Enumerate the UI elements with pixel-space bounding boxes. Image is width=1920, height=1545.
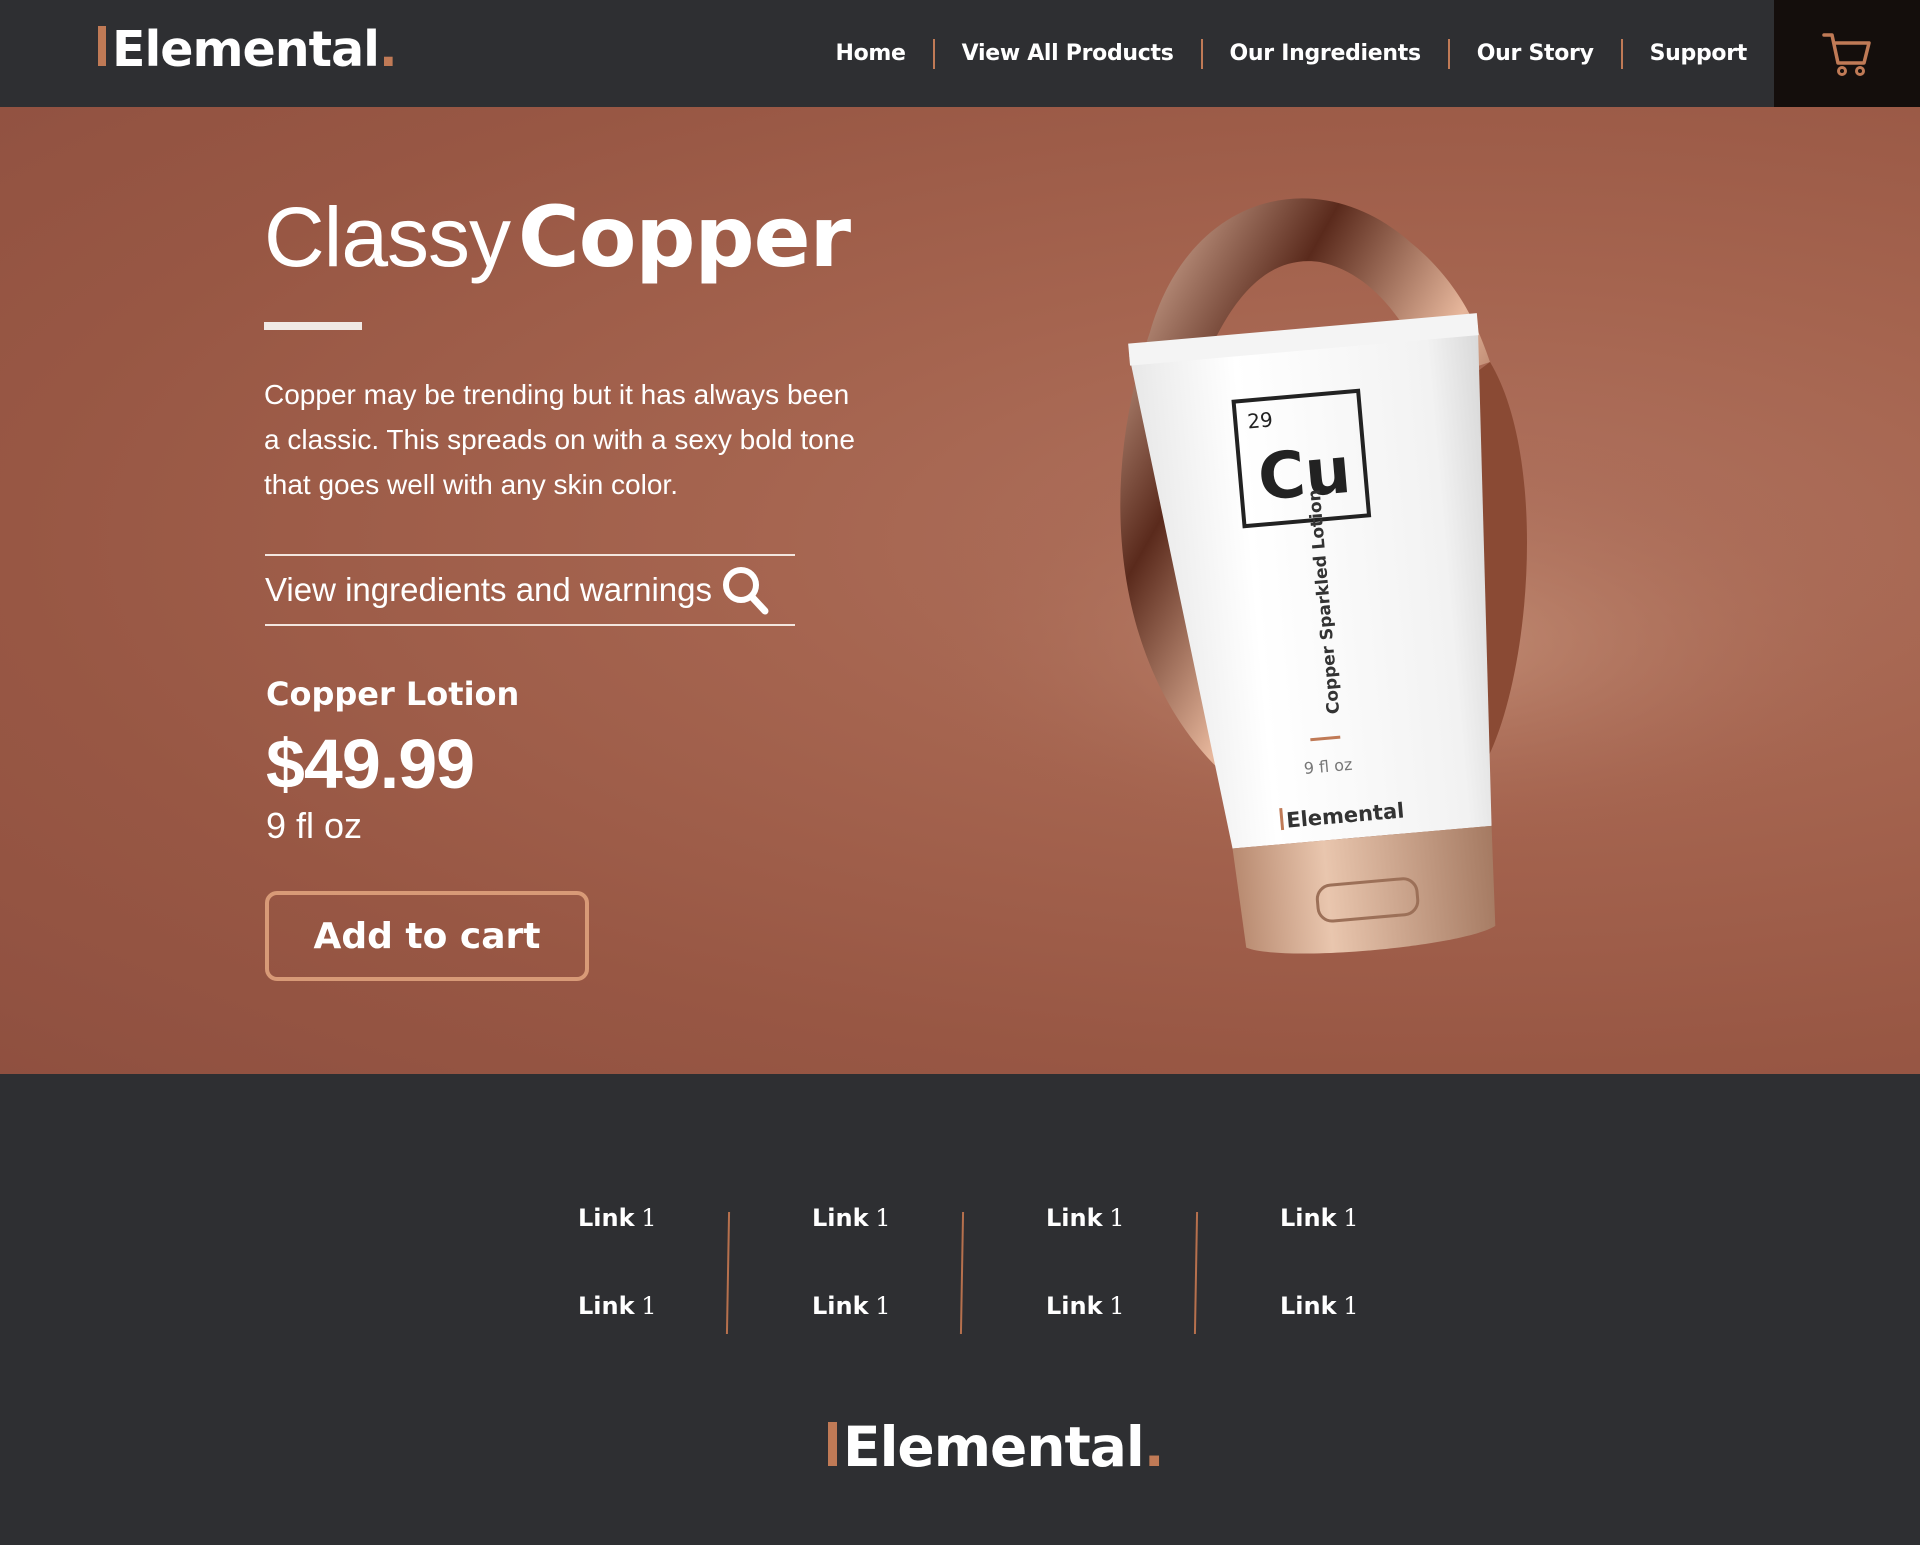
- product-name: Copper Lotion: [266, 675, 520, 713]
- footer-column-divider: [725, 1212, 731, 1334]
- logo-accent-bar: [828, 1422, 837, 1466]
- add-to-cart-button[interactable]: Add to cart: [265, 891, 589, 981]
- nav-home[interactable]: Home: [835, 41, 905, 66]
- footer-link[interactable]: Link 1: [812, 1204, 891, 1233]
- logo-dot: .: [378, 21, 398, 78]
- element-number: 29: [1246, 407, 1273, 433]
- cart-button[interactable]: [1774, 0, 1920, 107]
- nav-separator: [932, 38, 935, 69]
- product-image: 29 Cu Copper Sparkled Lotion 9 fl oz Ele…: [890, 198, 1920, 954]
- hero-title-light: Classy: [264, 190, 511, 284]
- element-symbol: Cu: [1255, 434, 1354, 516]
- view-ingredients-label: View ingredients and warnings: [265, 571, 712, 608]
- nav-our-story[interactable]: Our Story: [1477, 41, 1594, 66]
- site-footer: Link 1 Link 1 Link 1 Link 1 Link 1 Link …: [0, 1074, 1920, 1545]
- nav-view-all-products[interactable]: View All Products: [962, 41, 1174, 66]
- footer-link[interactable]: Link 1: [1046, 1204, 1125, 1233]
- product-description: Copper may be trending but it has always…: [264, 379, 855, 500]
- product-price: $49.99: [266, 725, 475, 803]
- logo-text: Elemental: [112, 21, 380, 78]
- hero-section: ClassyCopper Copper may be trending but …: [0, 107, 1920, 1074]
- site-header: Elemental. Home View All Products Our In…: [0, 0, 1920, 107]
- brand-logo[interactable]: Elemental.: [98, 20, 398, 80]
- shopping-cart-icon: [1822, 32, 1871, 76]
- hero-title-bold: Copper: [518, 188, 851, 286]
- nav-separator: [1620, 38, 1623, 69]
- footer-link[interactable]: Link 1: [1046, 1292, 1125, 1321]
- nav-our-ingredients[interactable]: Our Ingredients: [1230, 41, 1422, 66]
- nav-separator: [1447, 38, 1450, 69]
- nav-separator: [1200, 38, 1203, 69]
- nav-support[interactable]: Support: [1650, 41, 1748, 66]
- logo-accent-bar: [98, 26, 106, 66]
- footer-link[interactable]: Link 1: [1280, 1204, 1359, 1233]
- footer-link[interactable]: Link 1: [578, 1204, 657, 1233]
- product-size: 9 fl oz: [266, 805, 363, 846]
- footer-column-divider: [959, 1212, 965, 1334]
- logo-dot: .: [1143, 1415, 1165, 1479]
- footer-column-divider: [1193, 1212, 1199, 1334]
- main-nav: Home View All Products Our Ingredients O…: [835, 0, 1747, 107]
- title-underline: [264, 322, 362, 330]
- footer-link[interactable]: Link 1: [1280, 1292, 1359, 1321]
- view-ingredients-link[interactable]: View ingredients and warnings: [265, 554, 795, 626]
- footer-link[interactable]: Link 1: [578, 1292, 657, 1321]
- footer-logo[interactable]: Elemental.: [828, 1414, 1165, 1480]
- search-icon: [720, 564, 770, 616]
- hero-title: ClassyCopper: [264, 187, 851, 287]
- logo-text: Elemental: [843, 1415, 1145, 1479]
- footer-link[interactable]: Link 1: [812, 1292, 891, 1321]
